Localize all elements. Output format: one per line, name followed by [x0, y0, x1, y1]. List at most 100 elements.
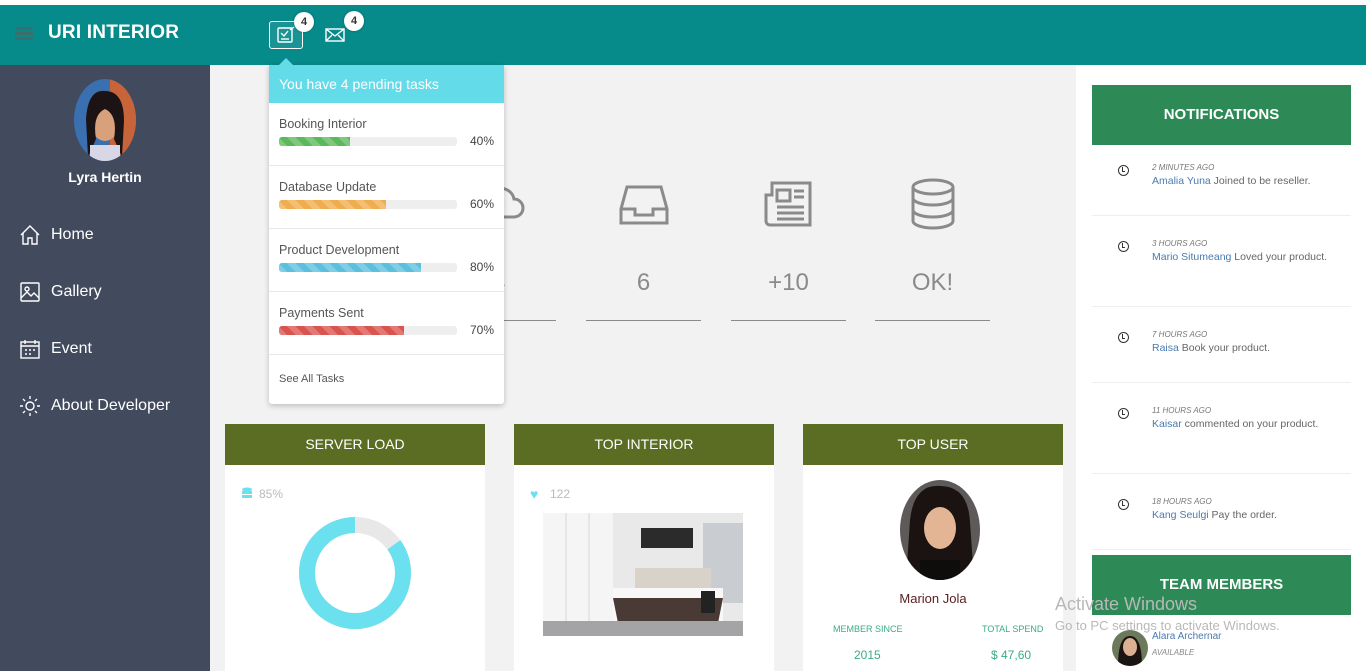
notification-text: Kaisar commented on your product.: [1152, 417, 1332, 432]
task-item[interactable]: Payments Sent 70%: [269, 292, 504, 355]
clock-icon: [1118, 165, 1129, 176]
mail-icon: [325, 28, 345, 42]
notification-time: 2 MINUTES AGO: [1152, 163, 1215, 172]
notification-user-link[interactable]: Raisa: [1152, 342, 1179, 354]
notification-user-link[interactable]: Kaisar: [1152, 418, 1182, 430]
tasks-icon: [277, 26, 295, 43]
notification-item[interactable]: 2 MINUTES AGO Amalia Yuna Joined to be r…: [1092, 145, 1351, 216]
panel-title: SERVER LOAD: [225, 424, 485, 465]
user-avatar[interactable]: [74, 79, 136, 161]
sidebar-item-home[interactable]: Home: [18, 220, 94, 250]
notification-user-link[interactable]: Mario Situmeang: [1152, 251, 1231, 263]
member-since-label: MEMBER SINCE: [833, 624, 903, 634]
stat-divider: [731, 320, 846, 321]
activate-windows-watermark: Activate Windows Go to PC settings to ac…: [1055, 594, 1280, 633]
database-small-icon: [242, 487, 252, 498]
menu-toggle-icon[interactable]: [15, 27, 33, 41]
notification-text: Amalia Yuna Joined to be reseller.: [1152, 174, 1332, 189]
clock-icon: [1118, 241, 1129, 252]
top-interior-panel: TOP INTERIOR ♥ 122: [514, 424, 774, 671]
heart-icon[interactable]: ♥: [530, 486, 538, 502]
user-name: Lyra Hertin: [68, 169, 142, 185]
sidebar-item-label: Home: [51, 226, 94, 243]
notification-message: commented on your product.: [1181, 418, 1319, 430]
total-spend-label: TOTAL SPEND: [982, 624, 1044, 634]
notification-item[interactable]: 3 HOURS AGO Mario Situmeang Loved your p…: [1092, 216, 1351, 307]
task-progress-fill: [279, 137, 351, 146]
task-item[interactable]: Database Update 60%: [269, 166, 504, 229]
team-member-status: AVAILABLE: [1152, 648, 1195, 657]
notification-user-link[interactable]: Kang Seulgi: [1152, 509, 1209, 521]
notification-item[interactable]: 7 HOURS AGO Raisa Book your product.: [1092, 307, 1351, 383]
task-name: Booking Interior: [279, 117, 367, 131]
task-progress-fill: [279, 263, 422, 272]
sidebar-item-label: Gallery: [51, 283, 102, 300]
task-percent: 40%: [469, 134, 494, 148]
tasks-dropdown: You have 4 pending tasks Booking Interio…: [269, 58, 504, 404]
stat-value: +10: [768, 269, 809, 296]
tasks-dropdown-title: You have 4 pending tasks: [269, 65, 504, 103]
notification-item[interactable]: 18 HOURS AGO Kang Seulgi Pay the order.: [1092, 474, 1351, 550]
task-percent: 80%: [469, 260, 494, 274]
brand-logo[interactable]: URI INTERIOR: [48, 22, 179, 44]
stat-divider: [586, 320, 701, 321]
panel-title: TOP INTERIOR: [514, 424, 774, 465]
notification-text: Raisa Book your product.: [1152, 341, 1332, 356]
server-load-value: 85%: [259, 487, 284, 501]
sidebar-item-label: About Developer: [51, 397, 171, 414]
task-name: Payments Sent: [279, 306, 364, 320]
sidebar: Lyra Hertin Home Gallery Event About Dev…: [0, 65, 210, 671]
inbox-icon: [619, 185, 668, 225]
clock-icon: [1118, 332, 1129, 343]
newspaper-icon: [764, 181, 811, 227]
mail-button[interactable]: 4: [318, 11, 364, 49]
notification-text: Mario Situmeang Loved your product.: [1152, 250, 1332, 265]
task-progress-fill: [279, 326, 404, 335]
top-header: URI INTERIOR 4 4: [0, 5, 1366, 65]
home-icon: [20, 225, 40, 245]
stat-value: OK!: [911, 269, 954, 296]
top-user-name: Marion Jola: [899, 591, 967, 606]
notifications-title: NOTIFICATIONS: [1092, 85, 1351, 145]
stat-card-database: OK!: [875, 177, 990, 323]
calendar-icon: [20, 340, 40, 359]
gallery-icon: [20, 282, 40, 302]
team-member-avatar[interactable]: [1112, 630, 1148, 666]
sidebar-item-gallery[interactable]: Gallery: [18, 277, 102, 307]
stat-divider: [875, 320, 990, 321]
task-item[interactable]: Booking Interior 40%: [269, 103, 504, 166]
task-name: Product Development: [279, 243, 400, 257]
tasks-button[interactable]: 4: [269, 12, 314, 49]
notification-time: 18 HOURS AGO: [1152, 497, 1212, 506]
notification-message: Pay the order.: [1208, 509, 1277, 521]
task-progress-fill: [279, 200, 386, 209]
clock-icon: [1118, 408, 1129, 419]
task-progress-bar: [279, 263, 457, 272]
clock-icon: [1118, 499, 1129, 510]
bedroom-photo[interactable]: [543, 513, 743, 636]
likes-count: 122: [550, 487, 571, 501]
task-name: Database Update: [279, 180, 377, 194]
task-progress-bar: [279, 200, 457, 209]
see-all-tasks-link[interactable]: See All Tasks: [279, 373, 344, 385]
mail-badge: 4: [344, 11, 364, 31]
sidebar-item-event[interactable]: Event: [18, 334, 92, 364]
notification-time: 11 HOURS AGO: [1152, 406, 1212, 415]
notification-message: Joined to be reseller.: [1210, 175, 1311, 187]
notification-user-link[interactable]: Amalia Yuna: [1152, 175, 1211, 187]
task-progress-bar: [279, 326, 457, 335]
watermark-title: Activate Windows: [1055, 594, 1198, 614]
sidebar-item-about-developer[interactable]: About Developer: [18, 391, 170, 421]
notification-text: Kang Seulgi Pay the order.: [1152, 508, 1332, 523]
task-item[interactable]: Product Development 80%: [269, 229, 504, 292]
right-sidebar: NOTIFICATIONS 2 MINUTES AGO Amalia Yuna …: [1076, 65, 1366, 671]
top-user-panel: TOP USER Marion Jola MEMBER SINCE TOTAL …: [803, 424, 1063, 671]
stat-value: 6: [636, 269, 651, 296]
notification-message: Loved your product.: [1231, 251, 1328, 263]
member-since-value: 2015: [854, 648, 881, 662]
sidebar-item-label: Event: [51, 340, 92, 357]
total-spend-value: $ 47,60: [991, 648, 1032, 662]
notification-item[interactable]: 11 HOURS AGO Kaisar commented on your pr…: [1092, 383, 1351, 474]
top-user-avatar[interactable]: [900, 480, 980, 580]
panel-title: TOP USER: [803, 424, 1063, 465]
